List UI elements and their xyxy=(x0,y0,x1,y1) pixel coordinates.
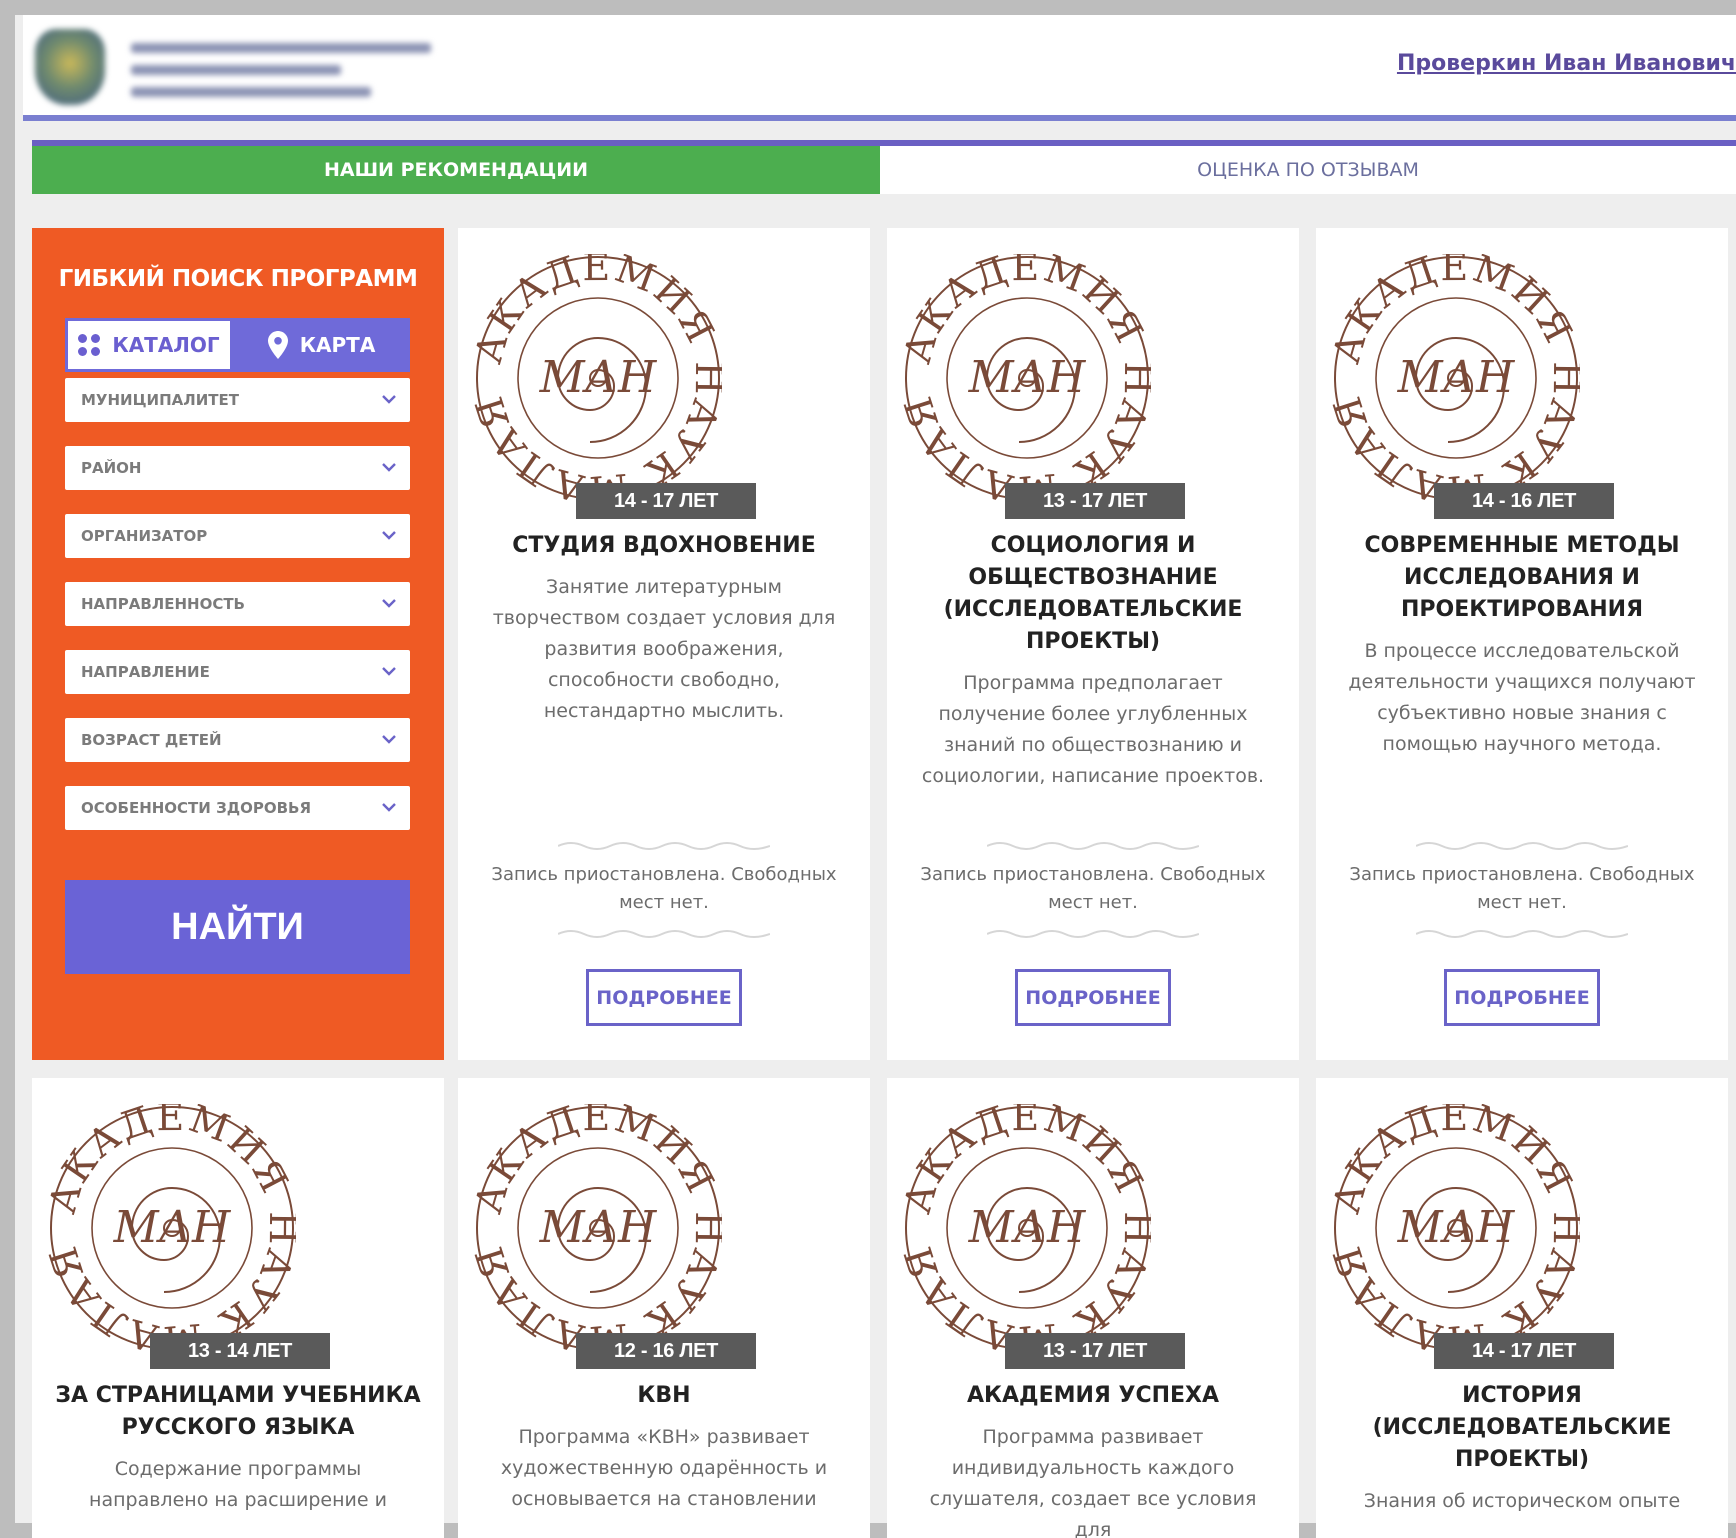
age-badge: 13 - 17 ЛЕТ xyxy=(1005,483,1185,519)
chevron-down-icon xyxy=(382,395,396,404)
filter-dropdown[interactable]: ОРГАНИЗАТОР xyxy=(65,514,410,558)
chevron-down-icon xyxy=(382,531,396,540)
age-badge: 12 - 16 ЛЕТ xyxy=(576,1333,756,1369)
grid-icon xyxy=(78,334,101,356)
tab-our-recommendations[interactable]: НАШИ РЕКОМЕНДАЦИИ xyxy=(32,146,880,194)
wave-divider xyxy=(558,842,770,850)
program-description: Программа предполагает получение более у… xyxy=(921,672,1265,787)
enrollment-status: Запись приостановлена. Свободных мест не… xyxy=(920,864,1266,913)
wave-divider xyxy=(558,930,770,938)
program-card[interactable]: АКАДЕМИЯ НАУК МАЛАЯ МАН 13 - 14 ЛЕТ ЗА СТ… xyxy=(32,1078,444,1538)
age-badge: 13 - 14 ЛЕТ xyxy=(150,1333,330,1369)
program-card[interactable]: АКАДЕМИЯ НАУК МАЛАЯ МАН 13 - 17 ЛЕТ СОЦИО… xyxy=(887,228,1299,1060)
filter-dropdown[interactable]: МУНИЦИПАЛИТЕТ xyxy=(65,378,410,422)
chevron-down-icon xyxy=(382,803,396,812)
program-description: Занятие литературным творчеством создает… xyxy=(492,576,836,722)
filter-dropdown[interactable]: НАПРАВЛЕНИЕ xyxy=(65,650,410,694)
program-description: Программа «КВН» развивает художественную… xyxy=(500,1426,828,1510)
svg-text:МАН: МАН xyxy=(1397,1202,1516,1253)
academy-seal-logo: АКАДЕМИЯ НАУК МАЛАЯ МАН xyxy=(474,1104,722,1352)
age-badge: 14 - 17 ЛЕТ xyxy=(576,483,756,519)
filter-label: ВОЗРАСТ ДЕТЕЙ xyxy=(81,731,222,749)
chevron-down-icon xyxy=(382,735,396,744)
academy-seal-logo: АКАДЕМИЯ НАУК МАЛАЯ МАН xyxy=(903,1104,1151,1352)
tab-rating-by-reviews[interactable]: ОЦЕНКА ПО ОТЗЫВАМ xyxy=(880,146,1736,194)
academy-seal-logo: АКАДЕМИЯ НАУК МАЛАЯ МАН xyxy=(1332,1104,1580,1352)
svg-text:МАН: МАН xyxy=(968,1202,1087,1253)
filter-dropdown[interactable]: ВОЗРАСТ ДЕТЕЙ xyxy=(65,718,410,762)
program-description: В процессе исследовательской деятельност… xyxy=(1348,640,1696,755)
catalog-label: КАТАЛОГ xyxy=(112,333,220,357)
svg-text:МАН: МАН xyxy=(539,1202,658,1253)
chevron-down-icon xyxy=(382,667,396,676)
program-card[interactable]: АКАДЕМИЯ НАУК МАЛАЯ МАН 14 - 16 ЛЕТ СОВРЕ… xyxy=(1316,228,1728,1060)
program-title[interactable]: ИСТОРИЯ (ИССЛЕДОВАТЕЛЬСКИЕ ПРОЕКТЫ) xyxy=(1338,1380,1706,1476)
details-button[interactable]: ПОДРОБНЕЕ xyxy=(1015,969,1171,1026)
wave-divider xyxy=(1416,842,1628,850)
academy-seal-logo: АКАДЕМИЯ НАУК МАЛАЯ МАН xyxy=(474,254,722,502)
program-title[interactable]: АКАДЕМИЯ УСПЕХА xyxy=(909,1380,1277,1412)
program-card[interactable]: АКАДЕМИЯ НАУК МАЛАЯ МАН 14 - 17 ЛЕТ ИСТОР… xyxy=(1316,1078,1728,1538)
user-profile-link[interactable]: Проверкин Иван Иванович xyxy=(1397,51,1736,76)
svg-text:МАН: МАН xyxy=(968,352,1087,403)
filter-label: ОРГАНИЗАТОР xyxy=(81,527,208,545)
filter-dropdown[interactable]: ОСОБЕННОСТИ ЗДОРОВЬЯ xyxy=(65,786,410,830)
filter-label: РАЙОН xyxy=(81,459,142,477)
details-button[interactable]: ПОДРОБНЕЕ xyxy=(1444,969,1600,1026)
chevron-down-icon xyxy=(382,463,396,472)
program-card[interactable]: АКАДЕМИЯ НАУК МАЛАЯ МАН 13 - 17 ЛЕТ АКАДЕ… xyxy=(887,1078,1299,1538)
wave-divider xyxy=(987,930,1199,938)
filter-label: НАПРАВЛЕНИЕ xyxy=(81,663,210,681)
filter-label: ОСОБЕННОСТИ ЗДОРОВЬЯ xyxy=(81,799,311,817)
wave-divider xyxy=(987,842,1199,850)
flexible-search-panel: ГИБКИЙ ПОИСК ПРОГРАММ КАТАЛОГ КАРТА МУНИ… xyxy=(32,228,444,1060)
svg-text:МАН: МАН xyxy=(113,1202,232,1253)
catalog-view-button[interactable]: КАТАЛОГ xyxy=(65,318,233,372)
page-frame: Проверкин Иван Иванович НАШИ РЕКОМЕНДАЦИ… xyxy=(15,15,1736,1538)
filter-label: МУНИЦИПАЛИТЕТ xyxy=(81,391,239,409)
age-badge: 14 - 17 ЛЕТ xyxy=(1434,1333,1614,1369)
details-button[interactable]: ПОДРОБНЕЕ xyxy=(586,969,742,1026)
program-description: Содержание программы направлено на расши… xyxy=(89,1458,387,1511)
svg-text:МАН: МАН xyxy=(539,352,658,403)
program-title[interactable]: СОЦИОЛОГИЯ И ОБЩЕСТВОЗНАНИЕ (ИССЛЕДОВАТЕ… xyxy=(909,530,1277,658)
program-description: Программа развивает индивидуальность каж… xyxy=(929,1426,1257,1538)
map-label: КАРТА xyxy=(299,333,376,357)
age-badge: 13 - 17 ЛЕТ xyxy=(1005,1333,1185,1369)
svg-text:МАН: МАН xyxy=(1397,352,1516,403)
program-description: Знания об историческом опыте xyxy=(1363,1490,1681,1512)
filter-dropdown[interactable]: НАПРАВЛЕННОСТЬ xyxy=(65,582,410,626)
view-toggle: КАТАЛОГ КАРТА xyxy=(65,318,410,372)
chevron-down-icon xyxy=(382,599,396,608)
enrollment-status: Запись приостановлена. Свободных мест не… xyxy=(1349,864,1695,913)
map-pin-icon xyxy=(267,331,288,359)
site-logo[interactable] xyxy=(35,25,455,110)
program-title[interactable]: СОВРЕМЕННЫЕ МЕТОДЫ ИССЛЕДОВАНИЯ И ПРОЕКТ… xyxy=(1338,530,1706,626)
filter-dropdown[interactable]: РАЙОН xyxy=(65,446,410,490)
program-title[interactable]: ЗА СТРАНИЦАМИ УЧЕБНИКА РУССКОГО ЯЗЫКА xyxy=(54,1380,422,1444)
coat-of-arms-icon xyxy=(35,29,105,105)
enrollment-status: Запись приостановлена. Свободных мест не… xyxy=(491,864,837,913)
recommendation-tabs: НАШИ РЕКОМЕНДАЦИИ ОЦЕНКА ПО ОТЗЫВАМ xyxy=(32,146,1736,194)
academy-seal-logo: АКАДЕМИЯ НАУК МАЛАЯ МАН xyxy=(48,1104,296,1352)
academy-seal-logo: АКАДЕМИЯ НАУК МАЛАЯ МАН xyxy=(1332,254,1580,502)
program-card[interactable]: АКАДЕМИЯ НАУК МАЛАЯ МАН 14 - 17 ЛЕТ СТУДИ… xyxy=(458,228,870,1060)
academy-seal-logo: АКАДЕМИЯ НАУК МАЛАЯ МАН xyxy=(903,254,1151,502)
search-panel-title: ГИБКИЙ ПОИСК ПРОГРАММ xyxy=(58,266,418,292)
program-title[interactable]: СТУДИЯ ВДОХНОВЕНИЕ xyxy=(480,530,848,562)
program-card[interactable]: АКАДЕМИЯ НАУК МАЛАЯ МАН 12 - 16 ЛЕТ КВН Пр… xyxy=(458,1078,870,1538)
age-badge: 14 - 16 ЛЕТ xyxy=(1434,483,1614,519)
map-view-button[interactable]: КАРТА xyxy=(233,318,410,372)
wave-divider xyxy=(1416,930,1628,938)
filter-label: НАПРАВЛЕННОСТЬ xyxy=(81,595,245,613)
site-header: Проверкин Иван Иванович xyxy=(23,15,1736,121)
find-button[interactable]: НАЙТИ xyxy=(65,880,410,974)
program-title[interactable]: КВН xyxy=(480,1380,848,1412)
